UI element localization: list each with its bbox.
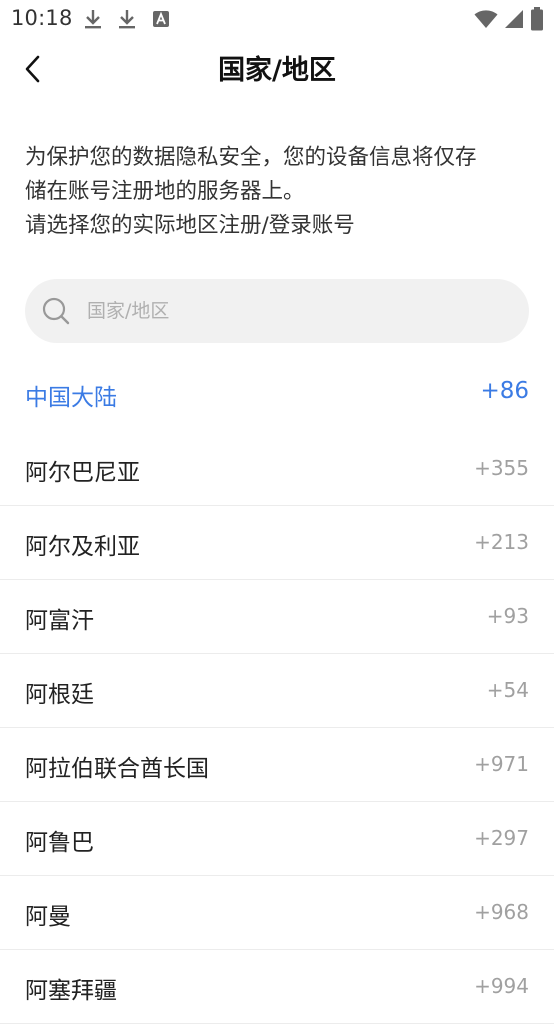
- privacy-notice: 为保护您的数据隐私安全，您的设备信息将仅存 储在账号注册地的服务器上。 请选择您…: [25, 141, 535, 243]
- country-code: +54: [486, 678, 529, 702]
- header: 国家/地区: [0, 38, 554, 106]
- country-code: +968: [474, 900, 529, 924]
- country-name: 阿塞拜疆: [25, 978, 117, 1004]
- country-code: +994: [474, 974, 529, 998]
- privacy-notice-line: 储在账号注册地的服务器上。: [25, 179, 305, 204]
- selected-country-code: +86: [480, 378, 529, 404]
- country-row[interactable]: 阿富汗 +93: [0, 580, 554, 654]
- country-code: +93: [486, 604, 529, 628]
- country-row[interactable]: 阿尔及利亚 +213: [0, 506, 554, 580]
- page-title: 国家/地区: [218, 55, 336, 86]
- country-row[interactable]: 阿塞拜疆 +994: [0, 950, 554, 1024]
- country-name: 阿曼: [25, 904, 71, 930]
- search-input[interactable]: [87, 291, 507, 331]
- country-row[interactable]: 阿鲁巴 +297: [0, 802, 554, 876]
- country-name: 阿鲁巴: [25, 830, 94, 856]
- privacy-notice-line: 为保护您的数据隐私安全，您的设备信息将仅存: [25, 145, 477, 170]
- country-row[interactable]: 阿尔巴尼亚 +355: [0, 432, 554, 506]
- download-icon: [116, 8, 138, 30]
- wifi-icon: [474, 9, 498, 33]
- country-code: +297: [474, 826, 529, 850]
- country-row[interactable]: 阿根廷 +54: [0, 654, 554, 728]
- app-notification-icon: [150, 8, 172, 30]
- country-name: 阿尔及利亚: [25, 534, 140, 560]
- country-row[interactable]: 阿曼 +968: [0, 876, 554, 950]
- country-row[interactable]: 阿拉伯联合酋长国 +971: [0, 728, 554, 802]
- country-code: +355: [474, 456, 529, 480]
- battery-icon: [530, 7, 544, 35]
- country-code: +971: [474, 752, 529, 776]
- country-name: 阿尔巴尼亚: [25, 460, 140, 486]
- cellular-signal-icon: [504, 9, 524, 33]
- search-icon: [41, 296, 71, 326]
- system-status-icons: [474, 7, 544, 35]
- download-icon: [82, 8, 104, 30]
- country-code: +213: [474, 530, 529, 554]
- notification-icons: [82, 8, 172, 30]
- privacy-notice-line: 请选择您的实际地区注册/登录账号: [25, 213, 355, 238]
- search-bar[interactable]: [25, 279, 529, 343]
- status-time: 10:18: [11, 6, 73, 30]
- selected-country-name: 中国大陆: [25, 385, 117, 411]
- country-list: 阿尔巴尼亚 +355 阿尔及利亚 +213 阿富汗 +93 阿根廷 +54 阿拉…: [0, 432, 554, 1024]
- country-name: 阿拉伯联合酋长国: [25, 756, 209, 782]
- country-name: 阿富汗: [25, 608, 94, 634]
- status-bar: 10:18: [0, 0, 554, 38]
- selected-country-row[interactable]: 中国大陆 +86: [0, 360, 554, 432]
- country-name: 阿根廷: [25, 682, 94, 708]
